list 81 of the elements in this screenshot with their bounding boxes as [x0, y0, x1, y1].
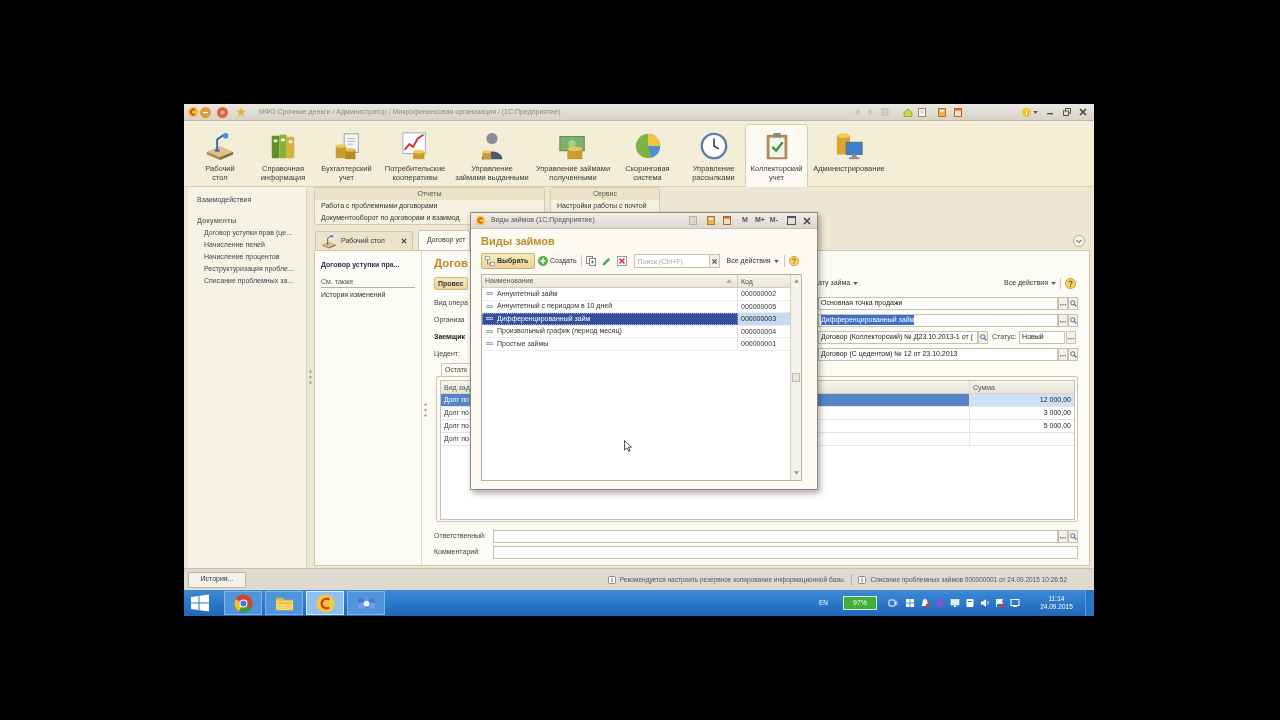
caret-icon — [1051, 282, 1056, 285]
search-icon — [1069, 350, 1077, 358]
flower-icon — [356, 593, 376, 613]
disc-logo-icon — [476, 216, 485, 225]
screen-icon[interactable] — [1010, 598, 1020, 608]
search-button[interactable] — [1068, 347, 1078, 361]
bell-icon[interactable] — [920, 598, 930, 608]
search-button[interactable] — [1068, 296, 1078, 310]
choose-button[interactable] — [1058, 529, 1068, 543]
dash-icon — [486, 292, 493, 296]
choose-button[interactable] — [1058, 347, 1068, 361]
windows-flag-icon[interactable] — [905, 598, 915, 608]
sort-icon — [726, 279, 732, 283]
close-icon[interactable] — [803, 216, 811, 225]
monitor-icon[interactable] — [950, 598, 960, 608]
calendar-icon[interactable] — [954, 107, 962, 117]
caret-icon — [853, 282, 859, 285]
calculator-icon[interactable] — [707, 216, 716, 225]
choose-button[interactable] — [1058, 313, 1068, 327]
home-icon[interactable] — [903, 107, 913, 117]
speaker-icon[interactable] — [980, 598, 990, 608]
restore-icon[interactable] — [1063, 108, 1071, 116]
disc-logo-icon — [188, 107, 198, 117]
pencil-icon[interactable] — [601, 256, 611, 266]
windows-logo-icon[interactable] — [190, 594, 210, 612]
clear-icon — [711, 258, 717, 264]
plus-icon — [538, 256, 548, 266]
calendar-icon[interactable] — [723, 216, 732, 225]
circle-icon[interactable] — [217, 106, 228, 118]
scroll-down-icon — [793, 471, 799, 475]
close-icon[interactable] — [1079, 108, 1087, 116]
delete-icon[interactable] — [616, 256, 627, 266]
database-monitor-icon — [834, 131, 864, 161]
scroll-up-icon — [793, 279, 799, 283]
caret-icon — [1033, 110, 1038, 114]
close-icon[interactable] — [401, 238, 407, 244]
badge-icon[interactable] — [965, 598, 975, 608]
help-icon[interactable] — [788, 256, 799, 266]
search-button[interactable] — [1068, 529, 1078, 543]
flag-icon[interactable] — [995, 598, 1005, 608]
dash-icon — [486, 304, 493, 308]
grip-icon — [423, 403, 427, 417]
info-icon — [607, 575, 616, 584]
search-icon — [1069, 532, 1077, 540]
choose-button[interactable] — [1066, 330, 1077, 344]
caret-icon — [773, 259, 779, 263]
help-icon[interactable] — [1065, 278, 1076, 289]
scrollbar[interactable] — [790, 275, 801, 480]
desk-lamp-icon — [321, 233, 337, 249]
desk-lamp-icon — [205, 131, 235, 161]
taskbar-button[interactable] — [347, 591, 385, 615]
search-button[interactable] — [978, 330, 988, 344]
info-icon — [858, 575, 867, 584]
dash-icon — [486, 317, 493, 321]
search-icon — [979, 333, 987, 341]
dash-icon — [486, 329, 493, 333]
clock-icon — [698, 131, 729, 161]
calculator-icon[interactable] — [938, 107, 946, 117]
pointer-icon — [624, 440, 632, 452]
plug-icon[interactable] — [888, 598, 898, 608]
search-icon — [1069, 299, 1077, 307]
hierarchy-icon — [485, 256, 495, 266]
input-field[interactable] — [493, 529, 1058, 543]
circle-icon[interactable] — [200, 106, 211, 118]
taskbar-button[interactable] — [224, 591, 262, 615]
dash-icon — [486, 342, 493, 346]
taskbar-button[interactable] — [265, 591, 303, 615]
clear-button[interactable] — [709, 254, 720, 268]
copy-icon[interactable] — [585, 256, 596, 266]
browser-icon — [233, 593, 253, 613]
document-title: Догов — [434, 256, 469, 270]
search-button[interactable] — [1068, 313, 1078, 327]
input-field[interactable] — [493, 545, 1078, 559]
dialog-heading: Виды займов — [481, 235, 555, 247]
page-icon[interactable] — [918, 107, 926, 117]
maximize-icon[interactable] — [787, 216, 796, 225]
choose-button[interactable] — [1058, 296, 1068, 310]
collapse-icon[interactable] — [1073, 235, 1085, 247]
disc-logo-icon — [315, 593, 335, 613]
search-icon — [1069, 316, 1077, 324]
star-icon[interactable] — [236, 107, 246, 117]
